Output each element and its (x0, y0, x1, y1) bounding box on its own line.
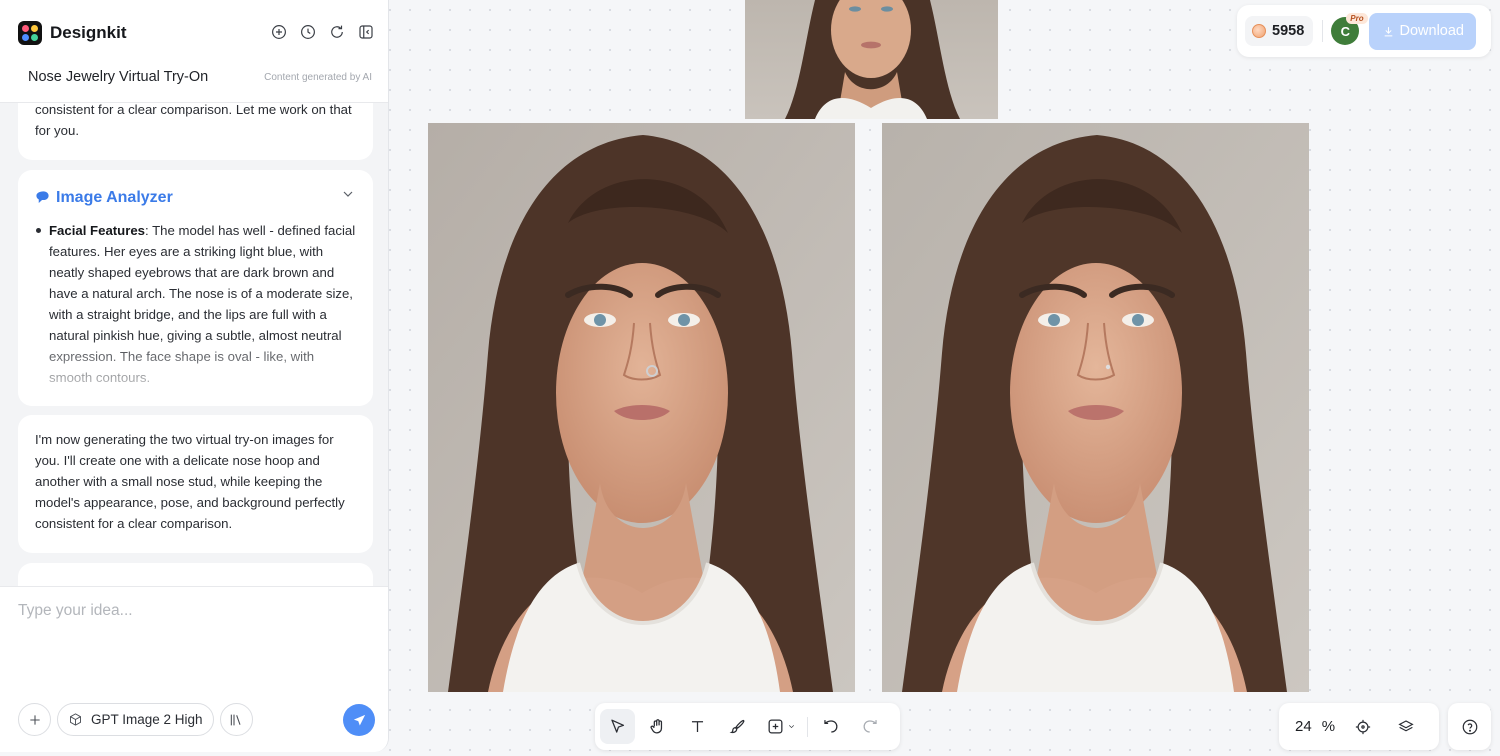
collapse-panel-icon[interactable] (357, 23, 375, 41)
portrait-nose-hoop-image (428, 123, 855, 692)
chevron-down-icon[interactable] (340, 186, 356, 208)
divider (1322, 20, 1324, 42)
hand-icon (650, 719, 663, 734)
plus-icon (29, 714, 40, 725)
zoom-bar: 24 % (1279, 703, 1439, 750)
text-icon (691, 721, 704, 733)
composer-toolbar: GPT Image 2 High (18, 703, 253, 736)
canvas-image-nose-hoop[interactable] (428, 123, 855, 692)
portrait-thumbnail-image (745, 0, 998, 119)
fit-screen-icon (1355, 719, 1371, 734)
designkit-logo-icon (18, 21, 42, 45)
undo-button[interactable] (813, 709, 848, 744)
canvas-image-original[interactable] (745, 0, 998, 119)
account-bar: 5958 C Pro Download (1237, 5, 1491, 57)
brush-tool[interactable] (720, 709, 755, 744)
image-analyzer-header[interactable]: Image Analyzer (35, 186, 356, 208)
zoom-value[interactable]: 24 (1295, 718, 1312, 735)
send-button[interactable] (343, 704, 375, 736)
add-attachment-button[interactable] (18, 703, 51, 736)
portrait-nose-stud-image (882, 123, 1309, 692)
select-icon (611, 719, 625, 733)
canvas-image-nose-stud[interactable] (882, 123, 1309, 692)
bullet-label: Facial Features (49, 223, 146, 238)
canvas-toolbar (595, 703, 900, 750)
brand-name: Designkit (50, 23, 127, 42)
text-tool[interactable] (680, 709, 715, 744)
message-text: consistent for a clear comparison. Let m… (35, 103, 352, 138)
ai-generated-note: Content generated by AI (264, 72, 372, 83)
cube-icon (70, 713, 81, 726)
help-icon (1462, 719, 1477, 734)
user-avatar[interactable]: C Pro (1331, 13, 1368, 46)
download-label: Download (1399, 23, 1465, 39)
assistant-message-partial (18, 563, 373, 586)
analyzer-bubble-icon (36, 190, 49, 203)
message-text: I'm now generating the two virtual try-o… (35, 432, 345, 531)
history-icon[interactable] (299, 23, 317, 41)
image-analyzer-title: Image Analyzer (35, 187, 173, 208)
model-label: GPT Image 2 High (91, 712, 203, 727)
image-analyzer-card: Image Analyzer Facial Features: The mode… (18, 170, 373, 406)
insert-tool[interactable] (760, 709, 802, 744)
message-list[interactable]: consistent for a clear comparison. Let m… (0, 103, 388, 586)
select-tool[interactable] (600, 709, 635, 744)
layers-button[interactable] (1397, 717, 1415, 737)
redo-icon (863, 720, 877, 733)
download-button[interactable]: Download (1369, 12, 1477, 50)
library-button[interactable] (219, 703, 253, 736)
layers-icon (1398, 719, 1414, 731)
new-chat-icon[interactable] (270, 23, 288, 41)
redo-button[interactable] (853, 709, 888, 744)
bullet-dot (36, 228, 41, 233)
model-selector[interactable]: GPT Image 2 High (57, 703, 214, 736)
chat-panel-header: Designkit Nose Jewelry Virtual Try-On Co… (0, 0, 388, 103)
chat-title: Nose Jewelry Virtual Try-On (28, 69, 209, 85)
chevron-down-icon (787, 718, 796, 736)
credits-badge[interactable]: 5958 (1245, 16, 1314, 46)
fit-screen-button[interactable] (1354, 717, 1372, 737)
content-fade (18, 336, 373, 406)
composer: GPT Image 2 High (0, 586, 388, 752)
zoom-unit[interactable]: % (1322, 718, 1335, 735)
refresh-icon[interactable] (328, 23, 346, 41)
undo-icon (824, 720, 838, 733)
brand[interactable]: Designkit (18, 21, 127, 45)
download-icon (1384, 26, 1392, 36)
assistant-message: consistent for a clear comparison. Let m… (18, 103, 373, 160)
credits-value: 5958 (1272, 23, 1305, 39)
help-button[interactable] (1448, 703, 1491, 750)
header-actions (270, 23, 375, 41)
coin-icon (1252, 24, 1266, 38)
toolbar-divider (807, 716, 808, 737)
hand-tool[interactable] (640, 709, 675, 744)
idea-input[interactable] (18, 599, 368, 623)
chat-panel: Designkit Nose Jewelry Virtual Try-On Co… (0, 0, 389, 752)
assistant-message: I'm now generating the two virtual try-o… (18, 415, 373, 553)
pro-badge: Pro (1346, 13, 1368, 24)
insert-icon (768, 719, 783, 734)
image-analyzer-label: Image Analyzer (56, 188, 173, 206)
send-icon (353, 714, 365, 725)
library-icon (230, 714, 241, 725)
brush-icon (729, 719, 745, 734)
